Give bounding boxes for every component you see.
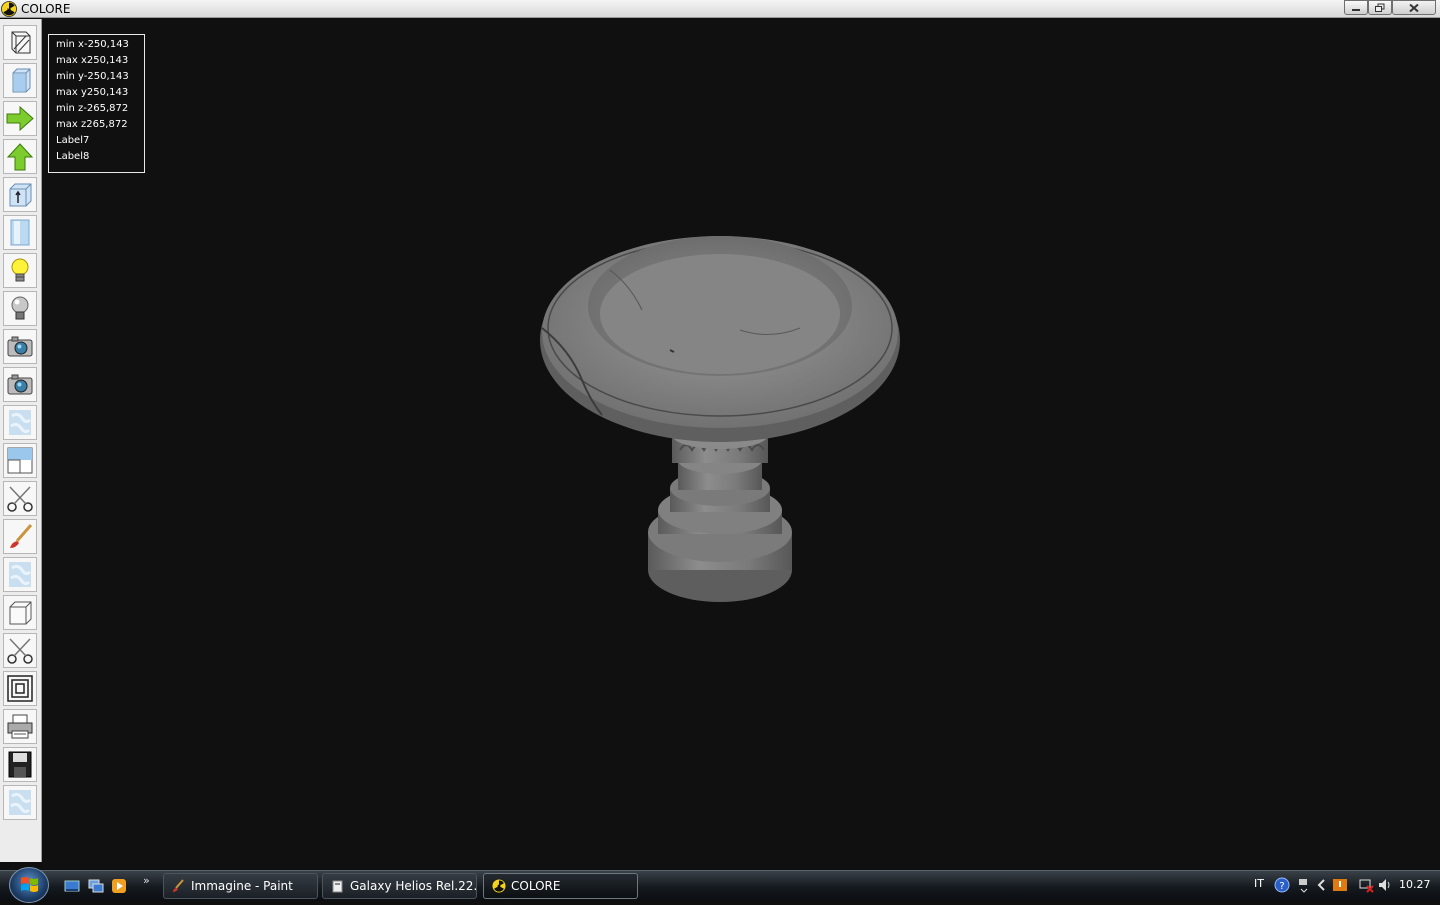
tool-texture-alt[interactable]: [3, 557, 37, 592]
taskbar: » Immagine - Paint Galaxy Helios Rel.22.…: [0, 867, 1440, 903]
document-icon: [332, 880, 343, 893]
taskbar-item-paint[interactable]: Immagine - Paint: [163, 873, 318, 899]
cylinder-icon: [10, 219, 30, 246]
texture-alt-icon: [9, 562, 32, 587]
scissors-alt-icon: [7, 638, 33, 664]
switch-windows-icon[interactable]: [88, 878, 104, 894]
brush-icon: [10, 524, 33, 548]
taskbar-item-label: COLORE: [511, 879, 561, 893]
tool-solid-view[interactable]: [3, 63, 37, 98]
windows-logo-icon: [21, 877, 38, 892]
min-x-label: min x-250,143: [56, 39, 129, 50]
language-indicator[interactable]: IT: [1254, 877, 1264, 890]
close-button[interactable]: [1392, 0, 1436, 15]
marble-birdbath-model: [540, 236, 900, 602]
label7: Label7: [56, 135, 90, 146]
tool-move-right[interactable]: [3, 101, 37, 136]
tool-light-off[interactable]: [3, 291, 37, 326]
box-info-icon: [9, 183, 32, 207]
bounds-info-panel: min x-250,143 max x250,143 min y-250,143…: [48, 34, 145, 173]
arrow-right-icon: [6, 105, 34, 132]
show-desktop-icon[interactable]: [64, 878, 80, 894]
svg-text:?: ?: [1279, 881, 1284, 892]
tool-cylinder[interactable]: [3, 215, 37, 250]
light-on-icon: [11, 258, 29, 282]
tool-brush[interactable]: [3, 519, 37, 554]
max-y-label: max y250,143: [56, 87, 129, 98]
tool-cube[interactable]: [3, 595, 37, 630]
camera-alt-icon: [7, 374, 33, 395]
wireframe-icon: [11, 31, 31, 54]
tool-texture-extra[interactable]: [3, 785, 37, 820]
scissors-icon: [7, 486, 33, 512]
min-y-label: min y-250,143: [56, 71, 129, 82]
taskbar-item-colore[interactable]: COLORE: [483, 873, 638, 899]
media-player-icon[interactable]: [111, 878, 127, 894]
colore-app-icon: [492, 879, 506, 893]
tool-camera[interactable]: [3, 329, 37, 364]
tool-panel[interactable]: [3, 443, 37, 478]
minimize-button[interactable]: [1344, 0, 1368, 15]
taskbar-item-label: Galaxy Helios Rel.22...: [350, 879, 477, 893]
tool-print[interactable]: [3, 709, 37, 744]
panel-icon: [7, 447, 33, 474]
restore-icon: [1375, 3, 1385, 12]
texture-extra-icon: [9, 790, 32, 815]
tool-box-info[interactable]: [3, 177, 37, 212]
tool-light-on[interactable]: [3, 253, 37, 288]
solid-view-icon: [12, 68, 31, 93]
tool-save[interactable]: [3, 747, 37, 782]
minimize-icon: [1352, 8, 1360, 11]
quicklaunch-more-button[interactable]: »: [143, 874, 150, 887]
chevron-left-icon[interactable]: [1314, 877, 1330, 893]
texture-icon: [9, 410, 32, 435]
tool-wireframe[interactable]: [3, 25, 37, 60]
cube-icon: [9, 601, 32, 625]
max-x-label: max x250,143: [56, 55, 129, 66]
taskbar-item-galaxy-helios[interactable]: Galaxy Helios Rel.22...: [322, 873, 477, 899]
start-button[interactable]: [9, 867, 49, 903]
network-icon[interactable]: [1296, 877, 1312, 893]
nested-squares-icon: [7, 675, 33, 702]
radiation-icon: [1, 1, 17, 17]
tool-texture[interactable]: [3, 405, 37, 440]
camera-icon: [7, 336, 33, 357]
warning-shield-icon[interactable]: [1332, 877, 1348, 893]
max-z-label: max z265,872: [56, 119, 128, 130]
tool-palette: [0, 19, 42, 862]
printer-icon: [7, 714, 33, 739]
clock[interactable]: 10.27: [1399, 878, 1431, 891]
maximize-button[interactable]: [1368, 0, 1392, 15]
taskbar-item-label: Immagine - Paint: [191, 879, 293, 893]
window-title: COLORE: [21, 2, 71, 16]
light-off-icon: [11, 296, 29, 320]
floppy-disk-icon: [8, 751, 32, 778]
tool-move-up[interactable]: [3, 139, 37, 174]
label8: Label8: [56, 151, 90, 162]
tool-nested-squares[interactable]: [3, 671, 37, 706]
network-disconnected-icon[interactable]: [1358, 877, 1374, 893]
close-icon: [1409, 3, 1419, 12]
arrow-up-icon: [6, 143, 34, 171]
tool-camera-alt[interactable]: [3, 367, 37, 402]
title-bar: COLORE: [0, 0, 1440, 18]
tool-scissors[interactable]: [3, 481, 37, 516]
tool-scissors-alt[interactable]: [3, 633, 37, 668]
volume-icon[interactable]: [1377, 877, 1393, 893]
paint-icon: [173, 879, 184, 892]
min-z-label: min z-265,872: [56, 103, 129, 114]
help-icon[interactable]: ?: [1274, 877, 1290, 893]
